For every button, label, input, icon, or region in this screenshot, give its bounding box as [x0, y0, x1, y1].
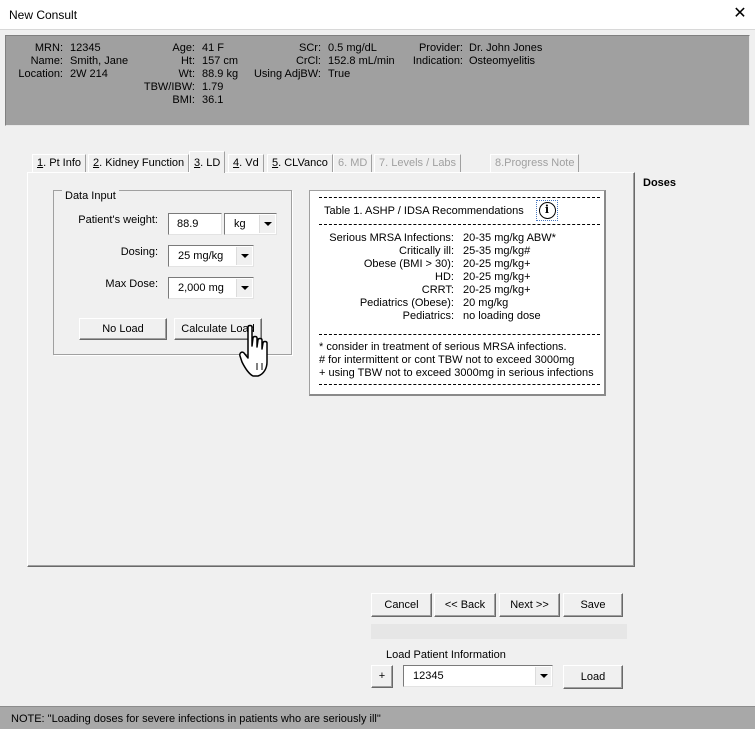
table-title: Table 1. ASHP / IDSA Recommendations: [324, 205, 524, 217]
data-input-legend: Data Input: [62, 190, 119, 202]
close-icon[interactable]: ✕: [725, 0, 755, 30]
rec-row-label: CRRT:: [421, 284, 454, 296]
table-divider: [319, 334, 600, 335]
status-note: NOTE: "Loading doses for severe infectio…: [11, 713, 381, 725]
location-label: Location:: [18, 68, 63, 80]
progress-bar: [371, 624, 627, 639]
chevron-down-icon[interactable]: [236, 247, 252, 265]
table-divider: [319, 384, 600, 385]
doses-label: Doses: [643, 177, 677, 189]
rec-row-value: 25-35 mg/kg#: [463, 245, 531, 257]
back-button[interactable]: << Back: [434, 593, 496, 617]
max-dose-label: Max Dose:: [105, 278, 158, 290]
rec-row-value: 20 mg/kg: [463, 297, 509, 309]
scr-value: 0.5 mg/dL: [328, 42, 377, 54]
rec-row-label: Critically ill:: [399, 245, 454, 257]
patient-header: [5, 35, 750, 126]
ht-label: Ht:: [180, 55, 195, 67]
provider-value: Dr. John Jones: [469, 42, 543, 54]
next-button[interactable]: Next >>: [499, 593, 560, 617]
weight-input[interactable]: 88.9: [168, 213, 222, 235]
no-load-button[interactable]: No Load: [79, 318, 167, 340]
dosing-select[interactable]: 25 mg/kg: [168, 245, 254, 267]
tab-kidney-function[interactable]: 2. Kidney Function: [88, 154, 190, 173]
rec-row-label: Pediatrics (Obese):: [359, 297, 454, 309]
footnote: * consider in treatment of serious MRSA …: [319, 341, 567, 353]
indication-value: Osteomyelitis: [469, 55, 536, 67]
rec-row-value: no loading dose: [463, 310, 541, 322]
max-dose-select[interactable]: 2,000 mg: [168, 277, 254, 299]
adjbw-label: Using AdjBW:: [253, 68, 321, 80]
tab-ld[interactable]: 3. LD: [189, 151, 226, 173]
patient-select[interactable]: 12345: [403, 665, 553, 687]
indication-label: Indication:: [412, 55, 463, 67]
title-bar: New Consult ✕: [0, 0, 755, 30]
info-icon[interactable]: i: [536, 200, 558, 221]
weight-unit-select[interactable]: kg: [224, 213, 277, 235]
dosing-label: Dosing:: [120, 246, 158, 258]
name-value: Smith, Jane: [70, 55, 129, 67]
rec-row-value: 20-25 mg/kg+: [463, 284, 531, 296]
tab-md: 6. MD: [333, 154, 373, 173]
bmi-label: BMI:: [172, 94, 195, 106]
chevron-down-icon[interactable]: [535, 667, 551, 685]
tab-clvanco[interactable]: 5. CLVanco: [267, 154, 333, 173]
provider-label: Provider:: [418, 42, 463, 54]
ht-value: 157 cm: [202, 55, 239, 67]
footnote: # for intermittent or cont TBW not to ex…: [319, 354, 575, 366]
chevron-down-icon[interactable]: [236, 279, 252, 297]
bmi-value: 36.1: [202, 94, 224, 106]
age-label: Age:: [172, 42, 195, 54]
table-divider: [319, 197, 600, 198]
tab-progress-note: 8.Progress Note: [490, 154, 580, 173]
window-title: New Consult: [9, 8, 78, 22]
rec-row-label: Serious MRSA Infections:: [329, 232, 454, 244]
add-patient-button[interactable]: +: [371, 665, 393, 688]
tab-pt-info[interactable]: 1. Pt Info: [32, 154, 87, 173]
crcl-value: 152.8 mL/min: [328, 55, 395, 67]
wt-value: 88.9 kg: [202, 68, 239, 80]
tab-strip: 1. Pt Info 2. Kidney Function 3. LD 4. V…: [32, 151, 632, 173]
weight-label: Patient's weight:: [78, 214, 158, 226]
rec-row-value: 20-25 mg/kg+: [463, 258, 531, 270]
wt-label: Wt:: [178, 68, 196, 80]
tbw-ibw-label: TBW/IBW:: [143, 81, 195, 93]
mrn-label: MRN:: [34, 42, 63, 54]
table-divider: [319, 224, 600, 225]
rec-row-label: Obese (BMI > 30):: [363, 258, 454, 270]
footnote: + using TBW not to exceed 3000mg in seri…: [319, 367, 594, 379]
load-button[interactable]: Load: [563, 665, 623, 689]
rec-row-value: 20-25 mg/kg+: [463, 271, 531, 283]
tbw-ibw-value: 1.79: [202, 81, 224, 93]
rec-row-value: 20-35 mg/kg ABW*: [463, 232, 556, 244]
rec-row-label: HD:: [435, 271, 454, 283]
adjbw-value: True: [328, 68, 351, 80]
load-patient-label: Load Patient Information: [386, 649, 506, 661]
name-label: Name:: [30, 55, 63, 67]
rec-row-label: Pediatrics:: [402, 310, 454, 322]
age-value: 41 F: [202, 42, 225, 54]
status-bar: NOTE: "Loading doses for severe infectio…: [0, 706, 755, 729]
cancel-button[interactable]: Cancel: [371, 593, 432, 617]
hand-cursor-icon: [239, 324, 268, 377]
scr-label: SCr:: [299, 42, 321, 54]
crcl-label: CrCl:: [295, 55, 321, 67]
mrn-value: 12345: [70, 42, 101, 54]
tab-levels-labs: 7. Levels / Labs: [374, 154, 462, 173]
location-value: 2W 214: [70, 68, 108, 80]
tab-vd[interactable]: 4. Vd: [228, 154, 264, 173]
chevron-down-icon[interactable]: [259, 215, 275, 233]
save-button[interactable]: Save: [563, 593, 623, 617]
